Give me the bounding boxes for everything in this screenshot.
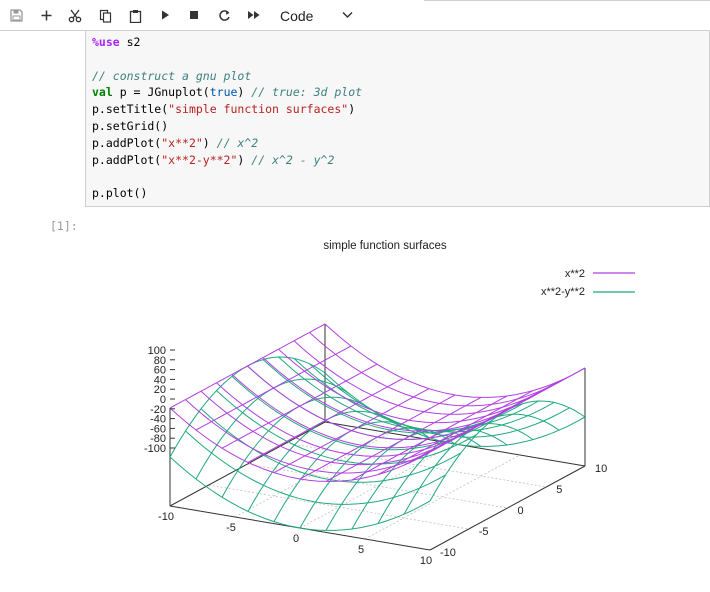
code-token: %use <box>92 35 120 49</box>
notebook-toolbar: Code <box>0 0 710 31</box>
y-tick-label: 0 <box>518 505 524 517</box>
toolbar-divider <box>424 0 710 1</box>
code-token: p.plot() <box>92 186 148 201</box>
code-token: // construct a gnu plot <box>92 68 252 83</box>
cut-button[interactable] <box>64 6 86 26</box>
copy-button[interactable] <box>94 6 116 26</box>
save-icon <box>9 9 23 22</box>
insert-cell-button[interactable] <box>35 6 57 26</box>
run-all-button[interactable] <box>243 6 265 26</box>
code-token: ) <box>237 152 252 167</box>
code-token: p.addPlot( <box>92 135 162 150</box>
stop-icon <box>190 11 198 19</box>
x-tick-label: 10 <box>420 555 432 567</box>
code-line: p.addPlot("x**2") // x^2 <box>92 135 362 152</box>
restart-button[interactable] <box>213 6 235 26</box>
code-line: val p = JGnuplot(true) // true: 3d plot <box>92 84 362 101</box>
copy-icon <box>99 9 111 23</box>
code-line: // construct a gnu plot <box>92 68 362 85</box>
y-tick-label: 10 <box>595 463 607 475</box>
code-token: p = JGnuplot( <box>112 85 210 100</box>
stop-button[interactable] <box>183 6 205 26</box>
z-tick-label: -100 <box>144 443 166 455</box>
code-token: ) <box>237 85 252 100</box>
code-line: p.setGrid() <box>92 118 362 135</box>
code-line: %use s2 <box>92 34 362 51</box>
surface-plot: 100806040200-20-40-60-80-100-10-50510-10… <box>144 272 635 567</box>
play-icon <box>162 10 169 20</box>
surface-series-2 <box>324 372 586 447</box>
paste-button[interactable] <box>124 6 146 26</box>
clipboard-icon <box>129 10 141 23</box>
code-token: // true: 3d plot <box>251 85 363 100</box>
code-token: "simple function surfaces" <box>168 102 349 117</box>
code-token: "x**2" <box>161 135 203 150</box>
code-line: p.addPlot("x**2-y**2") // x^2 - y^2 <box>92 152 362 169</box>
chevron-down-icon <box>342 11 353 19</box>
code-token: val <box>92 85 113 100</box>
cell-type-label: Code <box>280 8 314 24</box>
code-cell-editor[interactable]: %use s2// construct a gnu plot val p = JG… <box>85 31 710 207</box>
y-axis-line <box>429 465 586 551</box>
code-token: p.setTitle( <box>92 102 169 117</box>
code-line: p.plot() <box>92 185 362 202</box>
plus-icon <box>41 10 51 21</box>
code-token: "x**2-y**2" <box>161 152 238 167</box>
run-button[interactable] <box>154 6 176 26</box>
save-button[interactable] <box>5 6 27 26</box>
code-token: // x^2 <box>216 135 259 150</box>
x-tick-label: -5 <box>226 522 236 534</box>
code-token: ) <box>348 102 356 117</box>
code-token: true <box>209 85 238 100</box>
code-token: p.setGrid() <box>92 118 169 133</box>
x-tick-label: -10 <box>158 511 174 523</box>
output-prompt: [1]: <box>50 219 78 233</box>
y-tick-label: -5 <box>479 526 489 538</box>
y-tick-label: -10 <box>440 547 456 559</box>
code-text: %use s2// construct a gnu plot val p = JG… <box>92 34 362 202</box>
code-token: p.addPlot( <box>92 152 162 167</box>
scissors-icon <box>68 9 82 23</box>
fast-forward-icon <box>248 11 260 19</box>
code-token: // x^2 - y^2 <box>251 152 335 167</box>
code-token: s2 <box>119 35 141 49</box>
restart-icon <box>218 10 230 21</box>
cell-type-select[interactable]: Code <box>276 5 358 27</box>
code-line: p.setTitle("simple function surfaces") <box>92 101 362 118</box>
surface-series-1 <box>324 323 586 398</box>
code-token: ) <box>202 135 217 150</box>
x-tick-label: 0 <box>293 533 299 545</box>
y-tick-label: 5 <box>556 484 562 496</box>
chart: simple function surfaces x**2 x**2-y**2 … <box>85 232 685 592</box>
x-tick-label: 5 <box>358 544 364 556</box>
